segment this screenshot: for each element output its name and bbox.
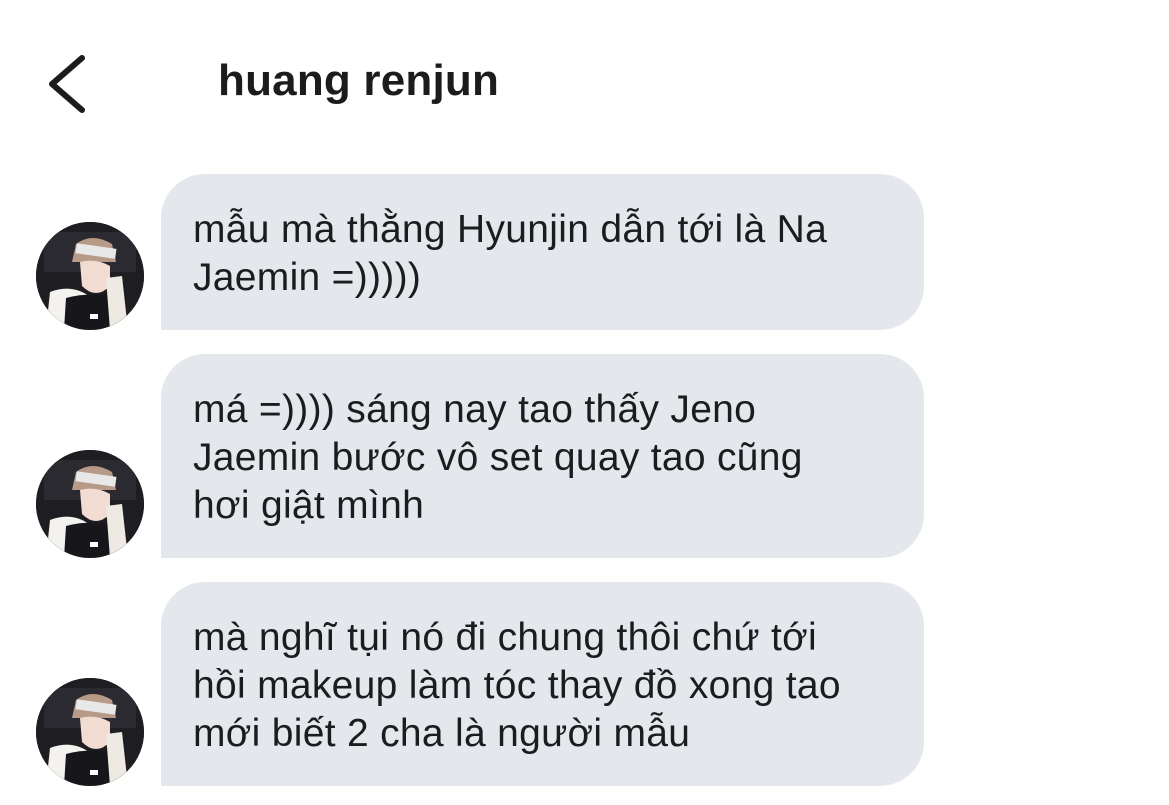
sender-avatar[interactable] xyxy=(36,222,144,330)
chat-title[interactable]: huang renjun xyxy=(218,56,499,106)
message-text: mẫu mà thằng Hyunjin dẫn tới là Na Jaemi… xyxy=(193,208,828,299)
back-button[interactable] xyxy=(38,48,94,120)
message-text: mà nghĩ tụi nó đi chung thôi chứ tới hồi… xyxy=(193,616,841,755)
sender-avatar[interactable] xyxy=(36,450,144,558)
chat-header: huang renjun xyxy=(0,0,1169,160)
avatar-photo-icon xyxy=(36,450,144,558)
sender-avatar[interactable] xyxy=(36,678,144,786)
chat-screen: huang renjun mẫu mà thằng Hyunjin dẫn tớ… xyxy=(0,0,1169,805)
message-bubble[interactable]: má =)))) sáng nay tao thấy Jeno Jaemin b… xyxy=(161,354,924,558)
message-bubble[interactable]: mà nghĩ tụi nó đi chung thôi chứ tới hồi… xyxy=(161,582,924,786)
message-text: má =)))) sáng nay tao thấy Jeno Jaemin b… xyxy=(193,388,803,527)
message-bubble[interactable]: mẫu mà thằng Hyunjin dẫn tới là Na Jaemi… xyxy=(161,174,924,330)
avatar-photo-icon xyxy=(36,222,144,330)
avatar-photo-icon xyxy=(36,678,144,786)
chevron-left-icon xyxy=(49,55,85,113)
